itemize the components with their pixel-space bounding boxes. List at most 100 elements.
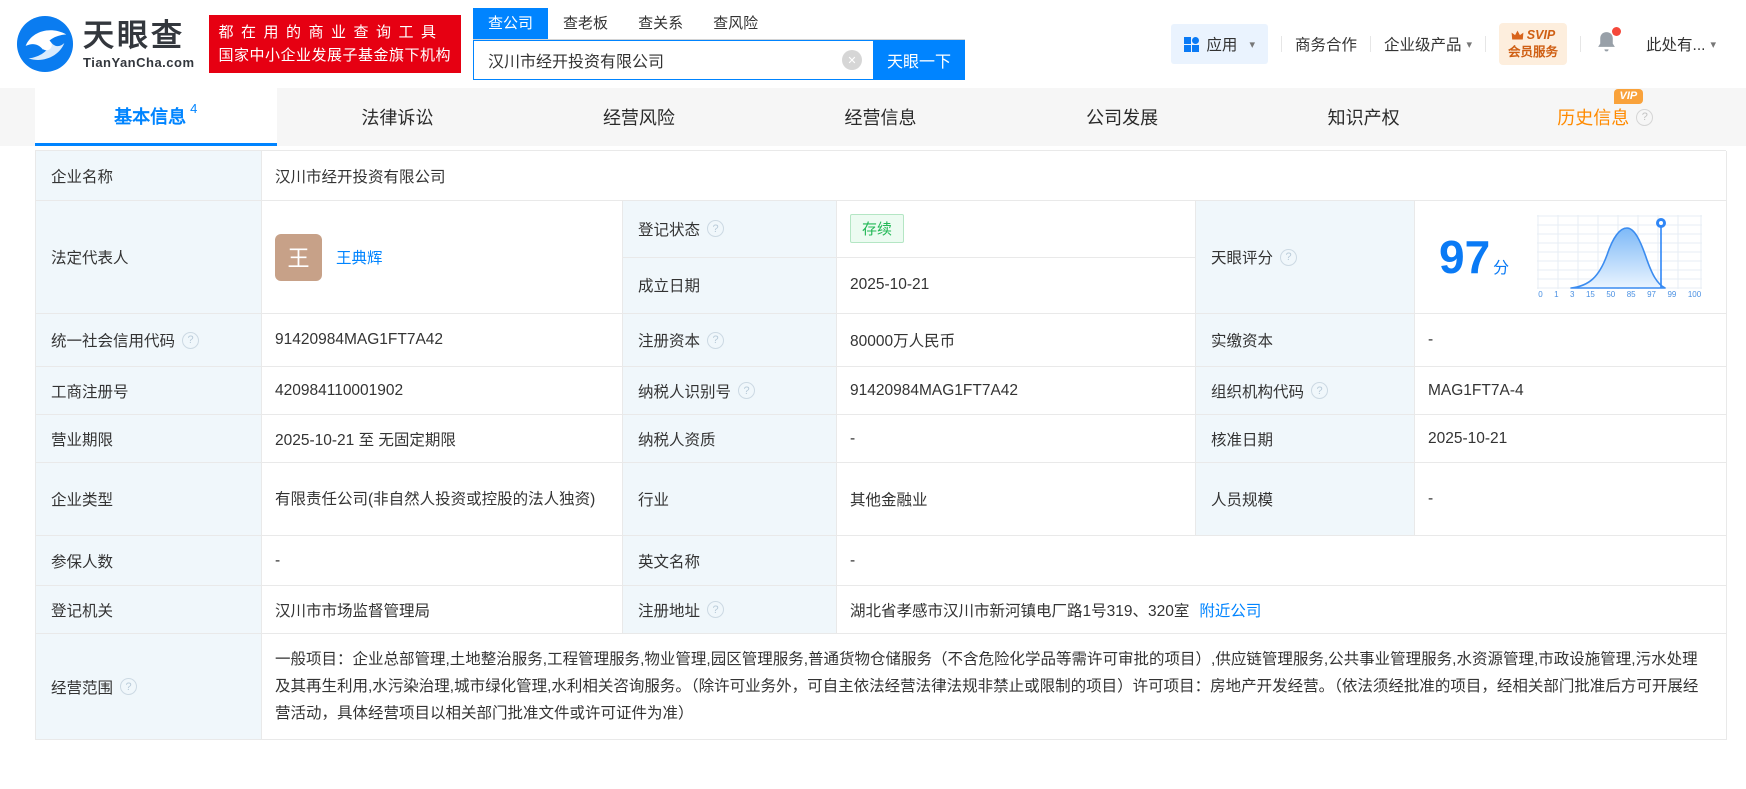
table-row: 企业类型 有限责任公司(非自然人投资或控股的法人独资) 行业 其他金融业 人员规… [36,463,1727,536]
table-row: 经营范围 ? 一般项目：企业总部管理,土地整治服务,工程管理服务,物业管理,园区… [36,634,1727,740]
enterprise-products-label: 企业级产品 [1383,37,1462,54]
tab-company-development[interactable]: 公司发展 [1001,88,1243,146]
brand-name: 天眼查 [83,17,185,53]
basic-info-table: 企业名称 汉川市经开投资有限公司 法定代表人 王 王典辉 登记状态 ? 存续 成… [35,150,1727,740]
score-distribution-chart[interactable]: 0 1 3 15 50 85 97 99 100 [1537,215,1703,299]
apps-grid-icon [1184,36,1200,52]
tab-history-label: 历史信息 [1557,108,1630,128]
nav-divider [1580,36,1582,52]
company-name-value: 汉川市经开投资有限公司 [262,151,1727,201]
business-scope-label-cell: 经营范围 ? [36,634,262,740]
approval-date-label: 核准日期 [1196,415,1415,463]
tab-legal-proceedings[interactable]: 法律诉讼 [277,88,519,146]
chevron-down-icon: ▾ [1466,38,1473,51]
legal-rep-cell: 王 王典辉 [262,201,623,314]
business-scope-value: 一般项目：企业总部管理,土地整治服务,工程管理服务,物业管理,园区管理服务,普通… [262,634,1727,740]
nearby-companies-link[interactable]: 附近公司 [1199,599,1261,621]
help-icon[interactable]: ? [1280,248,1298,266]
chevron-down-icon: ▾ [1249,38,1255,51]
taxpayer-id-label-cell: 纳税人识别号 ? [623,367,837,415]
search-input[interactable] [474,51,874,69]
tyc-score-unit: 分 [1493,260,1510,277]
avatar: 王 [275,233,322,281]
reg-authority-value: 汉川市市场监督管理局 [262,586,623,634]
search-tab-boss[interactable]: 查老板 [548,8,623,39]
help-icon[interactable]: ? [707,601,725,618]
search-tab-relation[interactable]: 查关系 [623,8,698,39]
search-tab-company[interactable]: 查公司 [473,8,549,39]
account-menu[interactable]: 此处有... ▾ [1646,33,1716,55]
reg-address-label: 注册地址 [638,602,701,620]
org-code-label: 组织机构代码 [1211,383,1305,401]
insured-count-value: - [262,536,623,586]
credit-code-value: 91420984MAG1FT7A42 [262,314,623,367]
industry-value: 其他金融业 [837,463,1196,536]
help-icon[interactable]: ? [1311,382,1329,399]
section-tabbar: 基本信息 4 法律诉讼 经营风险 经营信息 公司发展 知识产权 历史信息 VIP… [0,88,1746,146]
establish-date-value: 2025-10-21 [850,276,930,294]
tianyancha-eye-icon [16,15,74,73]
nav-enterprise-products[interactable]: 企业级产品 ▾ [1384,33,1472,55]
svip-label-top: SVIP [1526,28,1556,43]
tab-history-info[interactable]: 历史信息 VIP ? [1484,88,1726,146]
tyc-score-label-cell: 天眼评分 ? [1196,201,1415,314]
tyc-score-label: 天眼评分 [1211,250,1274,267]
help-icon[interactable]: ? [1636,108,1654,126]
search-box: ✕ 天眼一下 [473,40,966,80]
table-row: 工商注册号 420984110001902 纳税人识别号 ? 91420984M… [36,367,1727,415]
top-bar: 天眼查 TianYanCha.com 都在用的商业查询工具 国家中小企业发展子基… [0,0,1746,88]
tab-intellectual-property[interactable]: 知识产权 [1243,88,1485,146]
org-code-label-cell: 组织机构代码 ? [1196,367,1415,415]
company-type-label: 企业类型 [36,463,262,536]
reg-capital-label: 注册资本 [638,333,701,350]
clear-icon[interactable]: ✕ [842,50,863,70]
tab-basic-info[interactable]: 基本信息 4 [35,88,277,146]
search-tabs: 查公司 查老板 查关系 查风险 [473,8,966,40]
svip-member-button[interactable]: SVIP 会员服务 [1499,23,1568,65]
tab-operating-info[interactable]: 经营信息 [760,88,1002,146]
help-icon[interactable]: ? [707,220,725,238]
company-type-value: 有限责任公司(非自然人投资或控股的法人独资) [262,463,623,536]
establish-date-label-cell: 成立日期 [623,257,837,313]
establish-date-label: 成立日期 [638,278,701,296]
help-icon[interactable]: ? [738,382,756,399]
help-icon[interactable]: ? [707,331,725,349]
help-icon[interactable]: ? [120,678,138,695]
search-tab-risk[interactable]: 查风险 [698,8,773,39]
tab-operating-risk[interactable]: 经营风险 [518,88,760,146]
brand-domain: TianYanCha.com [83,54,195,70]
apps-menu[interactable]: 应用 ▾ [1171,24,1268,64]
insured-count-label: 参保人数 [36,536,262,586]
site-logo[interactable]: 天眼查 TianYanCha.com [16,15,195,73]
reg-number-value: 420984110001902 [262,367,623,415]
notification-bell-icon[interactable] [1596,27,1622,58]
staff-size-label: 人员规模 [1196,463,1415,536]
slogan-line1: 都在用的商业查询工具 [218,23,444,41]
staff-size-value: - [1415,463,1727,536]
reg-address-label-cell: 注册地址 ? [623,586,837,634]
reg-address-value: 湖北省孝感市汉川市新河镇电厂路1号319、320室 [850,602,1190,620]
svip-label-bottom: 会员服务 [1508,45,1559,59]
nav-divider [1369,36,1371,52]
approval-date-value: 2025-10-21 [1415,415,1727,463]
brand-text: 天眼查 TianYanCha.com [83,20,195,69]
legal-rep-link[interactable]: 王典辉 [336,246,383,268]
search-button[interactable]: 天眼一下 [873,40,966,80]
account-name: 此处有... [1646,37,1706,54]
status-badge: 存续 [850,214,905,244]
help-icon[interactable]: ? [182,331,200,349]
taxpayer-quality-label: 纳税人资质 [623,415,837,463]
paid-capital-value: - [1415,314,1727,367]
reg-status-label-cell: 登记状态 ? [623,201,837,257]
english-name-value: - [837,536,1727,586]
reg-status-row: 登记状态 ? 存续 [623,201,1195,258]
industry-label: 行业 [623,463,837,536]
establish-date-row: 成立日期 2025-10-21 [623,257,1195,313]
tianyancha-page: 天眼查 TianYanCha.com 都在用的商业查询工具 国家中小企业发展子基… [0,0,1746,789]
reg-status-value-cell: 存续 [837,201,1195,257]
nav-business-cooperation[interactable]: 商务合作 [1295,33,1357,55]
tyc-score-value: 97 [1439,231,1491,283]
table-row: 登记机关 汉川市市场监督管理局 注册地址 ? 湖北省孝感市汉川市新河镇电厂路1号… [36,586,1727,634]
nav-divider [1485,36,1487,52]
reg-number-label: 工商注册号 [36,367,262,415]
